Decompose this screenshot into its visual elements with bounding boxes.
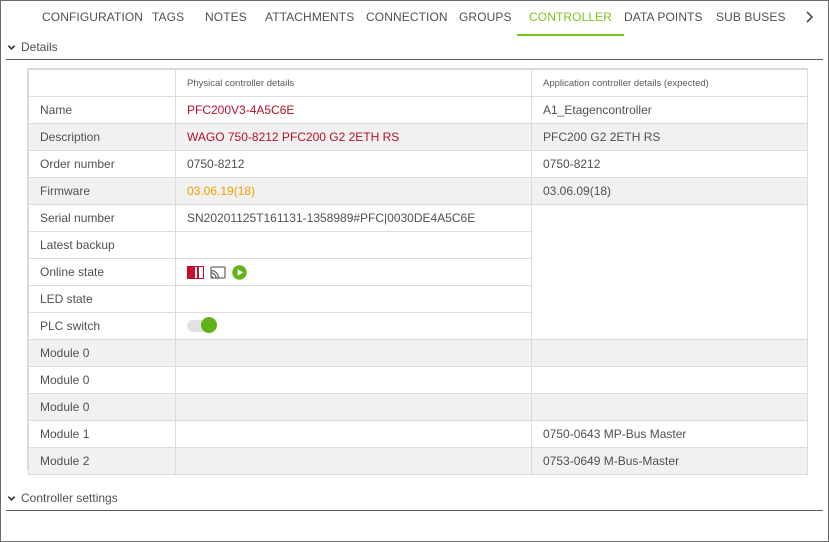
plc-switch-toggle[interactable] <box>187 317 217 333</box>
details-section-label: Details <box>21 40 58 54</box>
row-label: Firmware <box>28 177 176 205</box>
physical-name: PFC200V3-4A5C6E <box>175 96 532 124</box>
physical-module <box>175 393 532 421</box>
physical-firmware: 03.06.19(18) <box>175 177 532 205</box>
controller-state-icon <box>187 265 204 279</box>
physical-description: WAGO 750-8212 PFC200 G2 2ETH RS <box>175 123 532 151</box>
physical-order-number: 0750-8212 <box>175 150 532 178</box>
application-blank-cell <box>531 204 808 340</box>
application-order-number: 0750-8212 <box>531 150 808 178</box>
row-label: Module 0 <box>28 339 176 367</box>
row-label: Module 1 <box>28 420 176 448</box>
row-label: Module 2 <box>28 447 176 475</box>
tab-tags[interactable]: TAGS <box>152 1 184 35</box>
application-firmware: 03.06.09(18) <box>531 177 808 205</box>
table-row: Module 0 <box>28 393 808 421</box>
row-label: Order number <box>28 150 176 178</box>
divider <box>6 510 823 511</box>
details-section-toggle[interactable]: Details <box>7 39 58 55</box>
toggle-knob <box>201 317 217 333</box>
controller-settings-section-toggle[interactable]: Controller settings <box>7 490 118 506</box>
application-module: 0750-0643 MP-Bus Master <box>531 420 808 448</box>
tab-connection[interactable]: CONNECTION <box>366 1 448 35</box>
table-row: Module 2 0753-0649 M-Bus-Master <box>28 447 808 475</box>
application-module <box>531 393 808 421</box>
tab-attachments[interactable]: ATTACHMENTS <box>265 1 354 35</box>
row-label: Latest backup <box>28 231 176 259</box>
row-label: Description <box>28 123 176 151</box>
tab-notes[interactable]: NOTES <box>205 1 247 35</box>
physical-module <box>175 447 532 475</box>
application-name: A1_Etagencontroller <box>531 96 808 124</box>
table-row: Name PFC200V3-4A5C6E A1_Etagencontroller <box>28 96 808 124</box>
physical-plc-switch <box>175 312 532 340</box>
row-label: Name <box>28 96 176 124</box>
tab-sub-buses[interactable]: SUB BUSES <box>716 1 786 35</box>
physical-serial-number: SN20201125T161131-1358989#PFC|0030DE4A5C… <box>175 204 532 232</box>
row-label: Module 0 <box>28 393 176 421</box>
header-physical: Physical controller details <box>175 69 532 97</box>
table-row: Module 0 <box>28 339 808 367</box>
row-label: PLC switch <box>28 312 176 340</box>
application-module <box>531 366 808 394</box>
physical-led-state <box>175 285 532 313</box>
physical-module <box>175 339 532 367</box>
tab-bar: CONFIGURATION TAGS NOTES ATTACHMENTS CON… <box>1 1 828 37</box>
controller-details-table: Physical controller details Application … <box>27 68 808 475</box>
tab-controller[interactable]: CONTROLLER <box>517 1 625 36</box>
physical-online-state <box>175 258 532 286</box>
cast-icon <box>210 265 226 279</box>
application-module <box>531 339 808 367</box>
chevron-right-icon[interactable] <box>804 10 814 24</box>
chevron-down-icon <box>7 44 16 50</box>
controller-panel: CONFIGURATION TAGS NOTES ATTACHMENTS CON… <box>0 0 829 542</box>
row-label: Module 0 <box>28 366 176 394</box>
tab-configuration[interactable]: CONFIGURATION <box>42 1 143 35</box>
physical-module <box>175 420 532 448</box>
play-icon[interactable] <box>232 264 247 280</box>
table-row: Order number 0750-8212 0750-8212 <box>28 150 808 178</box>
table-row: Description WAGO 750-8212 PFC200 G2 2ETH… <box>28 123 808 151</box>
divider <box>6 59 823 60</box>
controller-settings-label: Controller settings <box>21 491 118 505</box>
table-row: Module 0 <box>28 366 808 394</box>
row-label: Online state <box>28 258 176 286</box>
chevron-down-icon <box>7 495 16 501</box>
table-row: Firmware 03.06.19(18) 03.06.09(18) <box>28 177 808 205</box>
row-label: Serial number <box>28 204 176 232</box>
tab-data-points[interactable]: DATA POINTS <box>624 1 703 35</box>
tab-groups[interactable]: GROUPS <box>459 1 512 35</box>
header-label-column <box>28 69 176 97</box>
application-module: 0753-0649 M-Bus-Master <box>531 447 808 475</box>
table-row: Serial number SN20201125T161131-1358989#… <box>28 204 808 340</box>
table-row: Module 1 0750-0643 MP-Bus Master <box>28 420 808 448</box>
application-description: PFC200 G2 2ETH RS <box>531 123 808 151</box>
table-header-row: Physical controller details Application … <box>28 69 808 97</box>
physical-module <box>175 366 532 394</box>
header-application: Application controller details (expected… <box>531 69 808 97</box>
row-label: LED state <box>28 285 176 313</box>
physical-latest-backup <box>175 231 532 259</box>
